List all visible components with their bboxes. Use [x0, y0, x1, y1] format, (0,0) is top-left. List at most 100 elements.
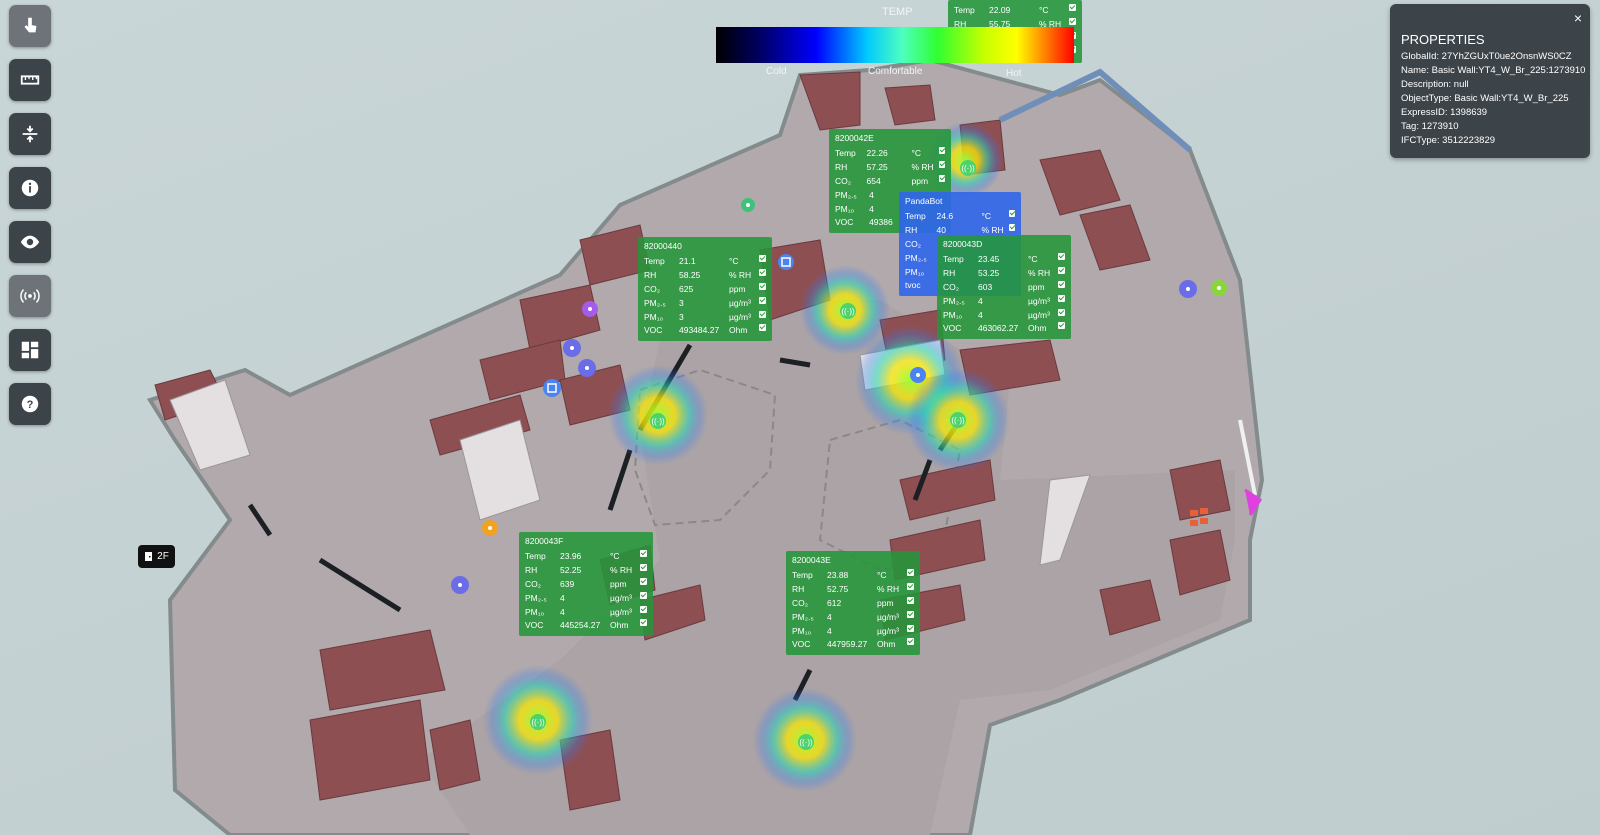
reading-value: 463062.27 — [978, 323, 1019, 334]
checkbox-icon[interactable] — [1008, 209, 1015, 217]
legend-gradient-bar — [716, 27, 1074, 63]
checkbox-icon[interactable] — [759, 324, 766, 332]
checkbox-icon[interactable] — [938, 146, 945, 154]
reading-label: PM₁₀ — [943, 309, 963, 320]
reading-label: PM₁₀ — [792, 625, 812, 636]
checkbox-icon[interactable] — [938, 174, 945, 182]
reading-unit: µg/m³ — [1028, 309, 1050, 320]
reading-unit: °C — [610, 550, 620, 561]
property-ifctype: IFCType: 3512223829 — [1401, 135, 1496, 146]
sensor-reading-row: RH 52.75 % RH — [792, 582, 914, 597]
camera-icon — [543, 379, 561, 397]
checkbox-icon[interactable] — [1058, 322, 1065, 330]
checkbox-icon[interactable] — [640, 577, 647, 585]
sensors-button[interactable] — [9, 275, 51, 317]
svg-text:?: ? — [27, 399, 34, 411]
eye-icon — [20, 235, 40, 249]
checkbox-icon[interactable] — [1058, 280, 1065, 288]
sensor-reading-row: RH 58.25 % RH — [644, 268, 766, 283]
floor-label: 2F — [157, 551, 169, 562]
reading-value: 4 — [560, 592, 565, 603]
pointer-hand-icon — [24, 17, 37, 33]
reading-label: PM₁₀ — [835, 203, 855, 214]
dashboard-button[interactable] — [9, 329, 51, 371]
sensor-reading-row: Temp 24.6 °C — [905, 209, 1015, 224]
checkbox-icon[interactable] — [907, 638, 914, 646]
svg-text:((·)): ((·)) — [799, 738, 813, 747]
checkbox-icon[interactable] — [1008, 223, 1015, 231]
visibility-button[interactable] — [9, 221, 51, 263]
help-button[interactable]: ? — [9, 383, 51, 425]
checkbox-icon[interactable] — [640, 605, 647, 613]
legend-label-cold: Cold — [766, 66, 787, 77]
checkbox-icon[interactable] — [640, 549, 647, 557]
reading-unit: Ohm — [877, 639, 896, 650]
reading-label: PM₂.₅ — [525, 592, 547, 603]
reading-unit: % RH — [1028, 267, 1051, 278]
close-icon[interactable]: × — [1574, 10, 1582, 26]
checkbox-icon[interactable] — [907, 610, 914, 618]
reading-value: 445254.27 — [560, 620, 601, 631]
sensor-card[interactable]: 8200043D Temp 23.45 °C RH 53.25 % RH CO₂ 603 ppm P… — [937, 235, 1071, 340]
property-expressid: ExpressID: 1398639 — [1401, 107, 1488, 118]
checkbox-icon[interactable] — [1058, 308, 1065, 316]
checkbox-icon[interactable] — [759, 296, 766, 304]
reading-value: 625 — [679, 283, 694, 294]
reading-value: 4 — [978, 309, 983, 320]
checkbox-icon[interactable] — [1058, 294, 1065, 302]
reading-label: RH — [644, 269, 657, 280]
checkbox-icon[interactable] — [1058, 266, 1065, 274]
svg-text:((·)): ((·)) — [951, 416, 965, 425]
checkbox-icon[interactable] — [759, 282, 766, 290]
sensor-reading-row: CO₂ 603 ppm — [943, 280, 1065, 295]
sensor-card[interactable]: 8200043E Temp 23.88 °C RH 52.75 % RH CO₂ 612 ppm P… — [786, 551, 920, 656]
reading-unit: ppm — [1028, 281, 1045, 292]
reading-value: 4 — [560, 606, 565, 617]
svg-text:((·)): ((·)) — [841, 307, 855, 316]
checkbox-icon[interactable] — [759, 268, 766, 276]
properties-list: GlobalId: 27YhZGUxT0ue2OnsnWS0CZ Name: B… — [1401, 50, 1585, 148]
sensor-reading-row: VOC 463062.27 Ohm — [943, 322, 1065, 336]
checkbox-icon[interactable] — [907, 624, 914, 632]
reading-value: 3 — [679, 297, 684, 308]
3d-viewport[interactable]: ((·)) ((·)) ((·)) ((·)) ((·)) ((·)) — [0, 0, 1600, 835]
checkbox-icon[interactable] — [907, 596, 914, 604]
checkbox-icon[interactable] — [938, 160, 945, 168]
checkbox-icon[interactable] — [640, 563, 647, 571]
checkbox-icon[interactable] — [759, 310, 766, 318]
sensor-reading-row: PM₁₀ 4 µg/m³ — [943, 308, 1065, 323]
section-tool-button[interactable] — [9, 113, 51, 155]
checkbox-icon[interactable] — [640, 619, 647, 627]
measure-tool-button[interactable] — [9, 59, 51, 101]
checkbox-icon[interactable] — [640, 591, 647, 599]
reading-label: CO₂ — [644, 283, 661, 294]
reading-label: CO₂ — [943, 281, 960, 292]
reading-unit: µg/m³ — [1028, 295, 1050, 306]
reading-label: Temp — [905, 210, 926, 221]
checkbox-icon[interactable] — [759, 254, 766, 262]
reading-value: 493484.27 — [679, 325, 720, 336]
reading-value: 639 — [560, 578, 575, 589]
reading-value: 24.6 — [936, 210, 954, 221]
checkbox-icon[interactable] — [907, 582, 914, 590]
sensor-reading-row: VOC 445254.27 Ohm — [525, 619, 647, 633]
reading-unit: Ohm — [729, 325, 748, 336]
property-objecttype: ObjectType: Basic Wall:YT4_W_Br_225 — [1401, 93, 1569, 104]
toolbar: ? — [9, 5, 51, 437]
building-floorplan-model[interactable]: ((·)) ((·)) ((·)) ((·)) ((·)) ((·)) — [0, 0, 1600, 835]
reading-value: 53.25 — [978, 267, 1000, 278]
sensor-reading-row: PM₁₀ 3 µg/m³ — [644, 310, 766, 325]
reading-label: RH — [792, 583, 805, 594]
reading-unit: µg/m³ — [729, 311, 751, 322]
checkbox-icon[interactable] — [1058, 252, 1065, 260]
info-button[interactable] — [9, 167, 51, 209]
select-tool-button[interactable] — [9, 5, 51, 47]
sensor-card[interactable]: 8200043F Temp 23.96 °C RH 52.25 % RH CO₂ 639 ppm P… — [519, 532, 653, 637]
checkbox-icon[interactable] — [907, 568, 914, 576]
reading-value: 52.75 — [827, 583, 849, 594]
reading-label: tvoc — [905, 280, 921, 291]
floor-selector[interactable]: 2F — [138, 545, 175, 568]
reading-label: PM₂.₅ — [792, 611, 814, 622]
reading-value: 58.25 — [679, 269, 701, 280]
sensor-card[interactable]: 82000440 Temp 21.1 °C RH 58.25 % RH CO₂ 625 ppm PM… — [638, 237, 772, 342]
